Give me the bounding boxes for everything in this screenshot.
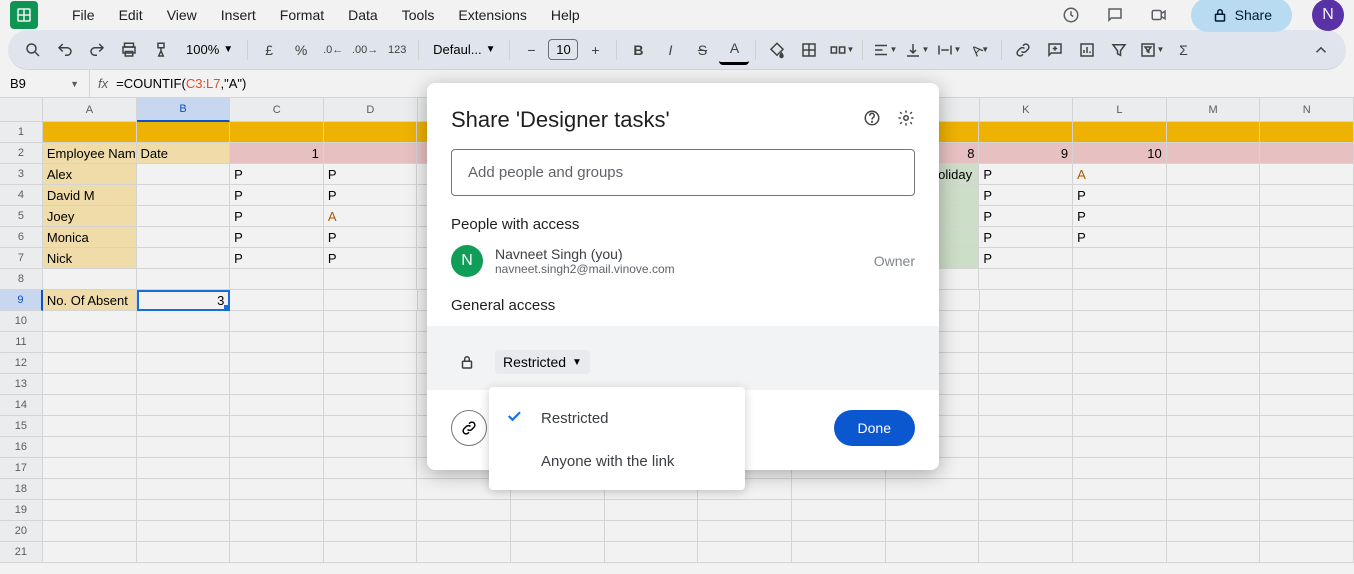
person-avatar: N [451,245,483,277]
person-email: navneet.singh2@mail.vinove.com [495,262,862,276]
copy-link-button[interactable] [451,410,487,446]
done-button[interactable]: Done [834,410,915,446]
help-icon[interactable] [863,109,881,132]
person-role: Owner [874,253,915,269]
access-dropdown: Restricted Anyone with the link [489,387,745,490]
lock-icon [451,346,483,378]
dialog-title: Share 'Designer tasks' [451,107,863,133]
general-access-title: General access [451,297,915,314]
settings-icon[interactable] [897,109,915,132]
person-name: Navneet Singh (you) [495,246,862,262]
check-icon [505,407,525,429]
people-access-title: People with access [451,216,915,233]
access-level-select[interactable]: Restricted ▼ [495,350,590,374]
add-people-input[interactable]: Add people and groups [451,149,915,196]
person-row: N Navneet Singh (you) navneet.singh2@mai… [451,245,915,277]
dropdown-option-anyone[interactable]: Anyone with the link [489,441,745,482]
dropdown-option-restricted[interactable]: Restricted [489,395,745,441]
